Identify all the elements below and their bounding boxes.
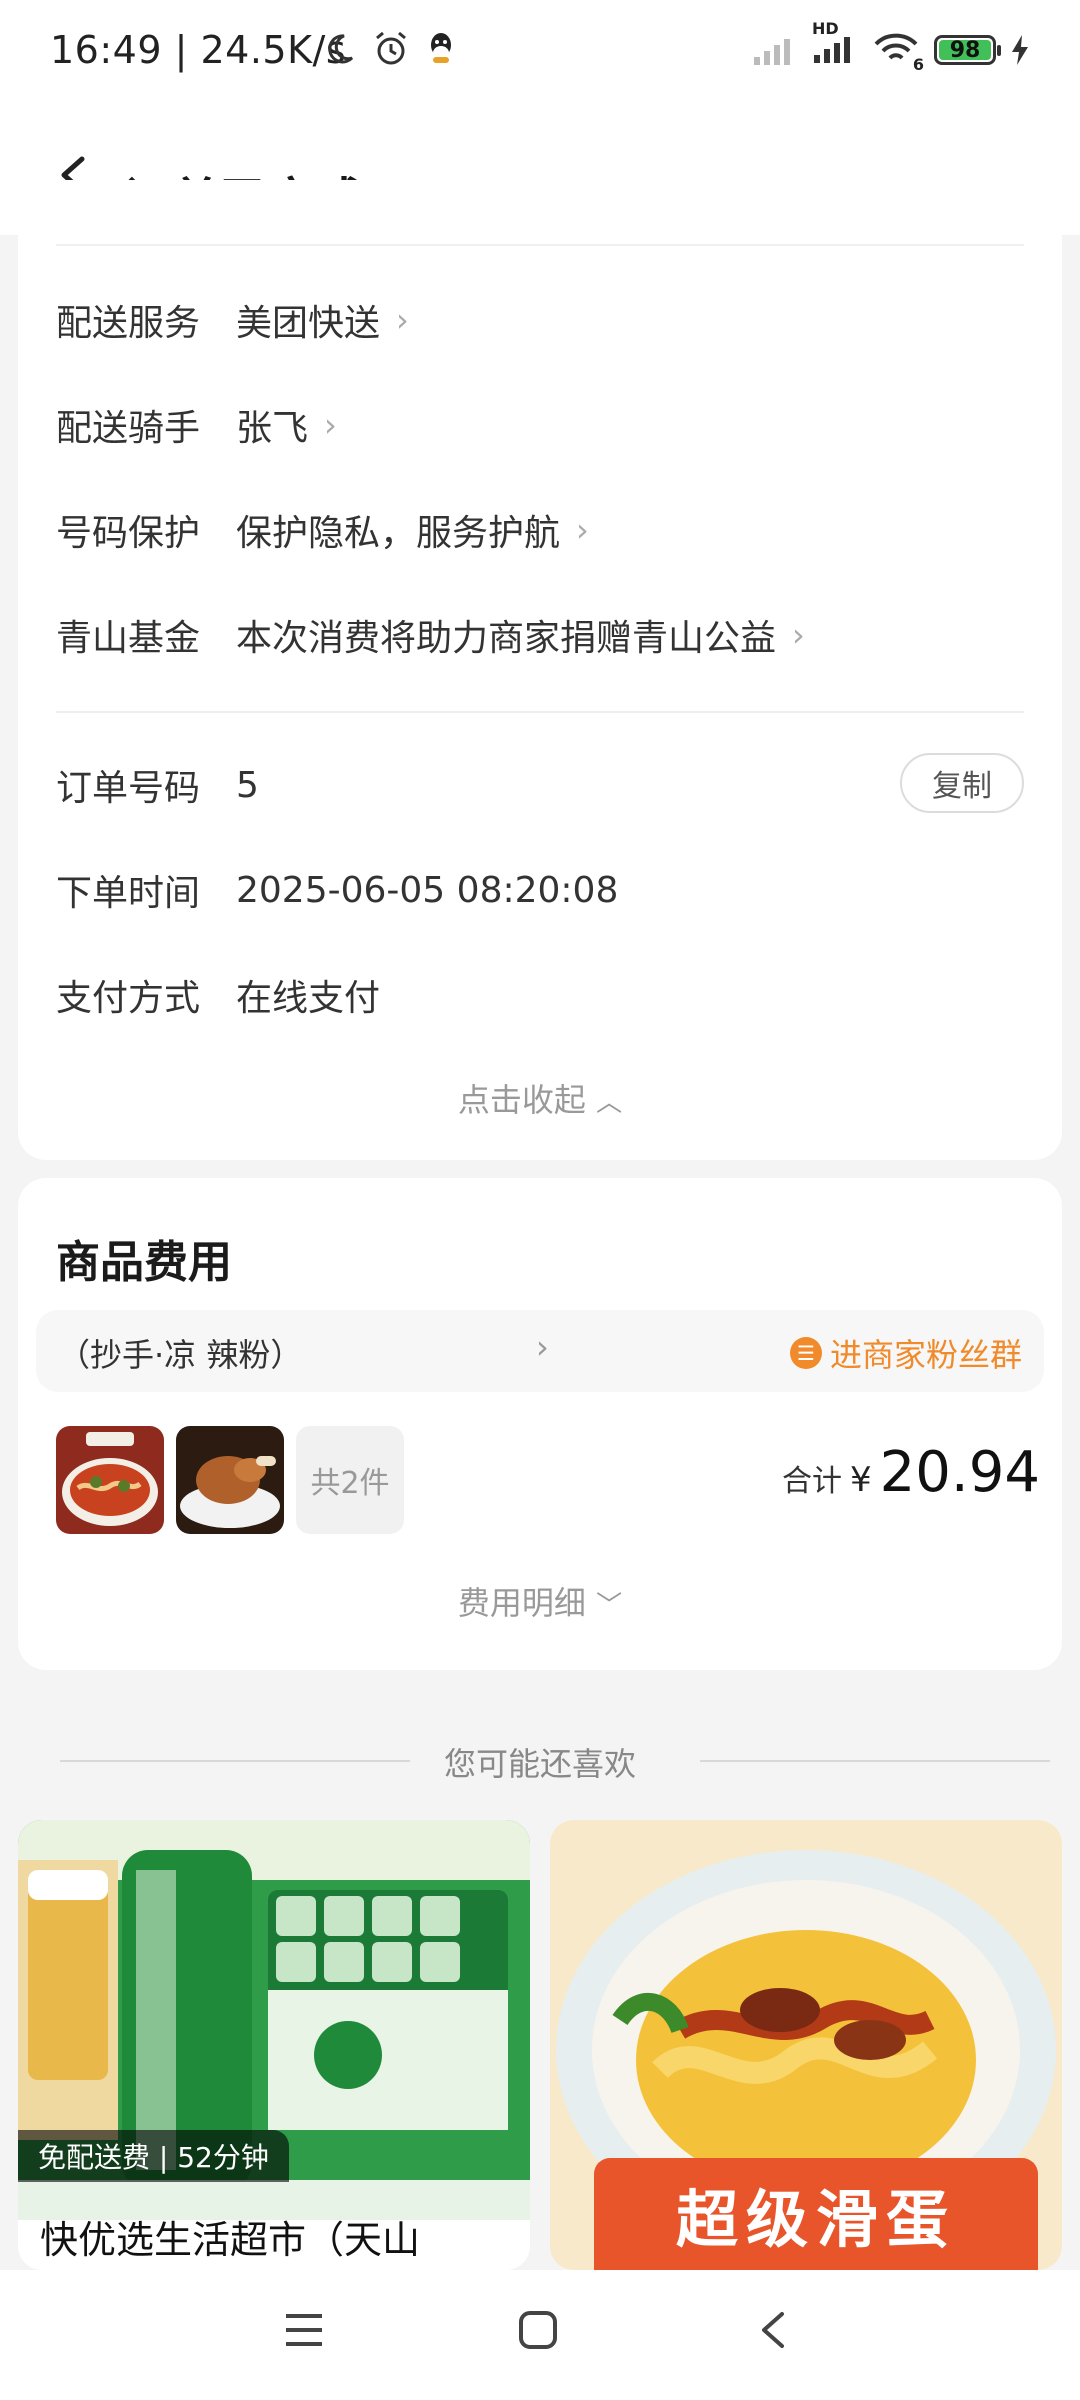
status-bar: 16:49 | 24.5K/s HD 6 98	[0, 0, 1080, 105]
recommend-title: 您可能还喜欢	[443, 1745, 636, 1783]
product-thumb-noodles[interactable]	[56, 1426, 164, 1534]
collapse-toggle[interactable]: 点击收起 ︿	[18, 1075, 1062, 1121]
green-fund-row[interactable]: 青山基金 本次消费将助力商家捐赠青山公益 ›	[56, 605, 1024, 665]
total-amount: 20.94	[879, 1440, 1040, 1505]
collapse-label: 点击收起	[457, 1081, 586, 1119]
signal-icon	[754, 39, 790, 65]
chevron-right-icon: ›	[396, 301, 409, 339]
row-value: 保护隐私，服务护航	[236, 513, 561, 554]
row-value: 美团快送	[236, 303, 381, 344]
currency-symbol: ¥	[850, 1460, 872, 1500]
divider	[700, 1760, 1050, 1762]
home-icon[interactable]	[516, 2308, 560, 2352]
order-number-value: 5	[236, 764, 259, 806]
total-label: 合计	[782, 1464, 843, 1499]
delivery-badge: 免配送费 | 52分钟	[18, 2130, 289, 2182]
divider	[56, 244, 1024, 246]
order-number-label: 订单号码	[56, 768, 201, 809]
alarm-icon	[376, 31, 406, 65]
chevron-down-icon: ﹀	[596, 1591, 623, 1621]
shop-name: （抄手·凉 辣粉）	[58, 1336, 303, 1374]
goods-title: 商品费用	[56, 1237, 232, 1288]
system-nav-bar	[0, 2270, 1080, 2400]
divider	[56, 711, 1024, 713]
item-count[interactable]: 共2件	[296, 1426, 404, 1534]
shop-row[interactable]: （抄手·凉 辣粉） › ☰ 进商家粉丝群	[36, 1310, 1044, 1392]
recommend-card-noodles[interactable]: 超级滑蛋	[550, 1820, 1062, 2270]
product-thumb-chicken[interactable]	[176, 1426, 284, 1534]
order-time-value: 2025-06-05 08:20:08	[236, 869, 619, 911]
order-time-row: 下单时间 2025-06-05 08:20:08	[56, 860, 1024, 920]
qq-icon	[431, 33, 451, 63]
delivery-rider-row[interactable]: 配送骑手 张飞 ›	[56, 395, 1024, 455]
payment-label: 支付方式	[56, 978, 201, 1019]
row-value: 张飞	[236, 408, 309, 449]
wifi-icon: 6	[872, 30, 924, 74]
fan-group-label: 进商家粉丝群	[829, 1336, 1022, 1374]
charging-icon	[1012, 35, 1028, 65]
chevron-right-icon: ›	[324, 406, 337, 444]
chevron-right-icon: ›	[576, 511, 589, 549]
moon-icon	[328, 34, 354, 64]
order-info-card: 配送服务 美团快送 › 配送骑手 张飞 › 号码保护 保护隐私，服务护航 › 青…	[18, 180, 1062, 1160]
row-label: 配送服务	[56, 303, 201, 344]
recommend-header: 您可能还喜欢	[0, 1735, 1080, 1785]
battery-icon: 98	[934, 35, 1001, 65]
goods-card: 商品费用 （抄手·凉 辣粉） › ☰ 进商家粉丝群 共2件 合计 ¥ 20.94…	[18, 1178, 1062, 1670]
delivery-service-row[interactable]: 配送服务 美团快送 ›	[56, 290, 1024, 350]
fan-group-button[interactable]: ☰ 进商家粉丝群	[789, 1330, 1022, 1376]
chevron-up-icon: ︿	[596, 1088, 623, 1118]
row-label: 号码保护	[56, 513, 201, 554]
menu-icon[interactable]	[282, 2308, 326, 2352]
row-label: 青山基金	[56, 618, 201, 659]
promo-banner: 超级滑蛋	[594, 2158, 1038, 2270]
chevron-right-icon: ›	[792, 616, 805, 654]
order-time-label: 下单时间	[56, 873, 201, 914]
fee-detail-toggle[interactable]: 费用明细 ﹀	[18, 1578, 1062, 1624]
order-number-row: 订单号码 5 复制	[56, 753, 1024, 815]
recommend-card-supermarket[interactable]: 免配送费 | 52分钟 快优选生活超市（天山	[18, 1820, 530, 2270]
signal-hd-icon: HD	[812, 19, 858, 69]
back-nav-icon[interactable]	[752, 2308, 796, 2352]
total-price: 合计 ¥ 20.94	[782, 1440, 1040, 1505]
payment-value: 在线支付	[236, 978, 381, 1019]
chevron-right-icon: ›	[536, 1328, 549, 1366]
fee-detail-label: 费用明细	[457, 1584, 586, 1622]
payment-row: 支付方式 在线支付	[56, 965, 1024, 1025]
copy-button[interactable]: 复制	[900, 753, 1024, 813]
number-protect-row[interactable]: 号码保护 保护隐私，服务护航 ›	[56, 500, 1024, 560]
shop-caption: 快优选生活超市（天山	[40, 2218, 421, 2262]
chat-icon: ☰	[789, 1337, 822, 1369]
row-label: 配送骑手	[56, 408, 201, 449]
status-time: 16:49 | 24.5K/s	[50, 28, 347, 72]
row-value: 本次消费将助力商家捐赠青山公益	[236, 618, 777, 659]
